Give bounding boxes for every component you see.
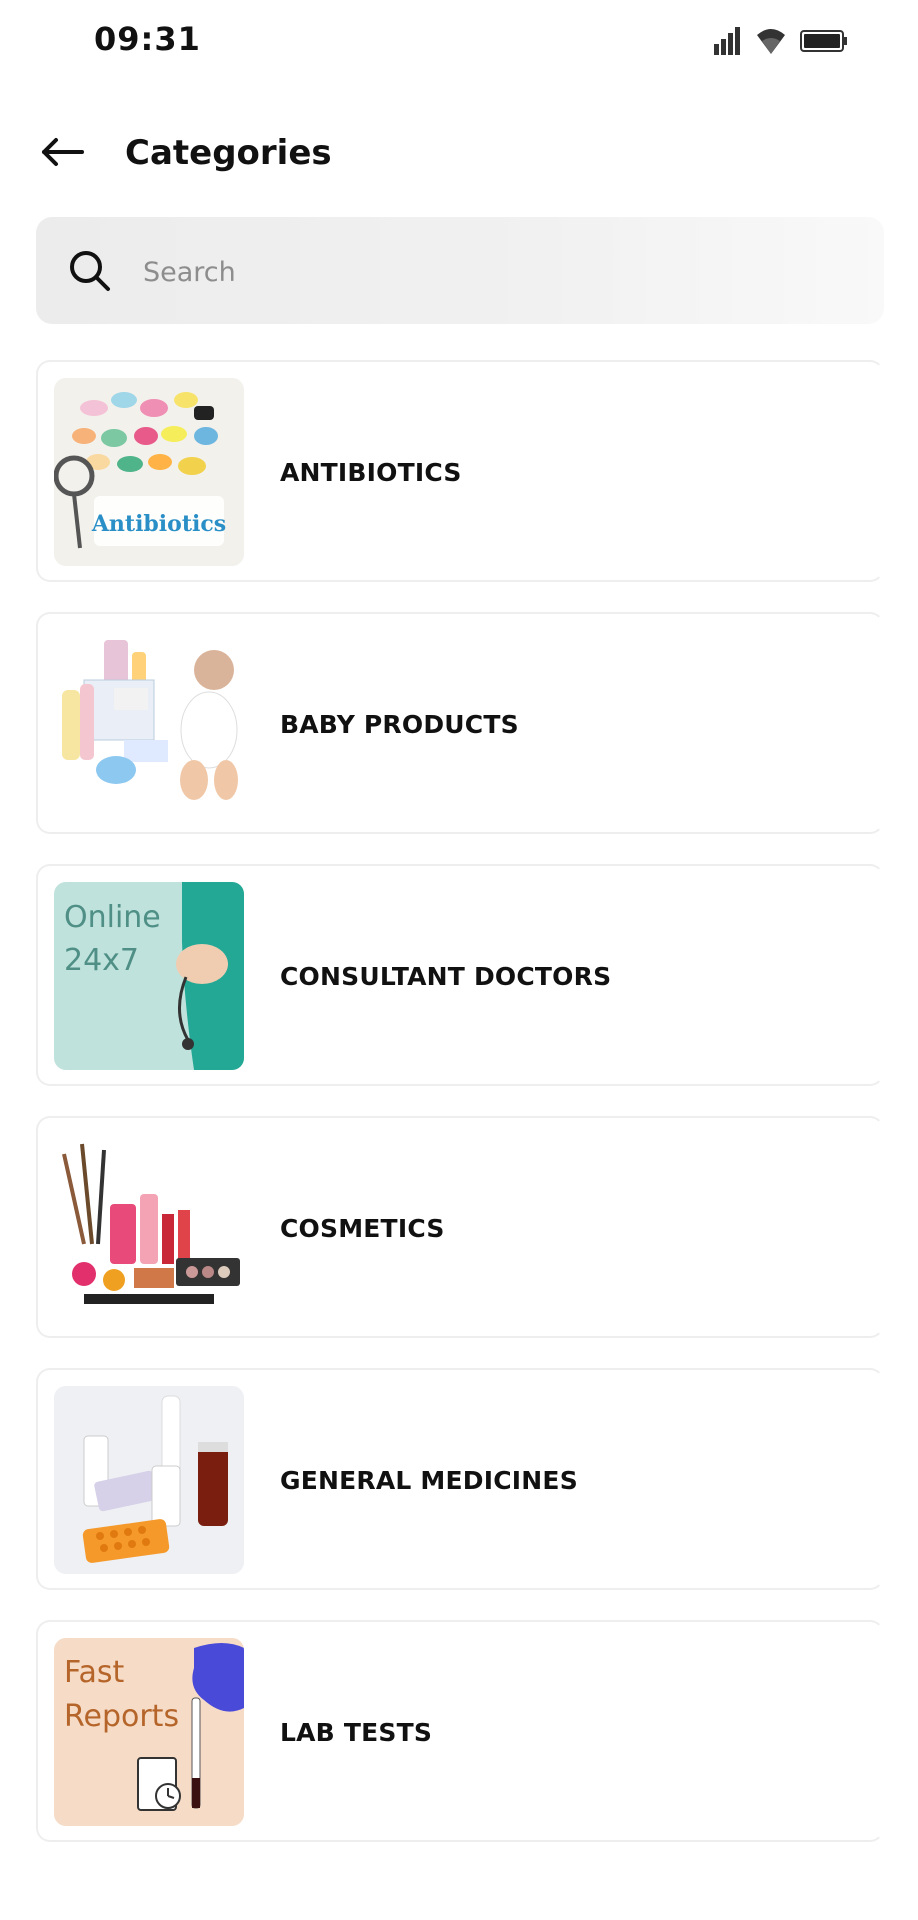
status-icons: [712, 26, 848, 61]
antibiotics-thumb-text: Antibiotics: [91, 511, 226, 537]
category-card-antibiotics[interactable]: Antibiotics ANTIBIOTICS: [36, 360, 884, 582]
category-card-baby-products[interactable]: BABY PRODUCTS: [36, 612, 884, 834]
doctor-thumb-text-1: Online: [64, 900, 161, 935]
lab-thumb-text-1: Fast: [64, 1655, 125, 1690]
app-header: Categories: [0, 120, 918, 200]
battery-icon: [800, 29, 848, 58]
doctor-thumb-text-2: 24x7: [64, 943, 139, 978]
category-label: COSMETICS: [280, 1214, 445, 1243]
antibiotics-image: Antibiotics: [54, 378, 244, 566]
category-card-consultant-doctors[interactable]: Online 24x7 CONSULTANT DOCTORS: [36, 864, 884, 1086]
back-button[interactable]: [36, 134, 88, 174]
status-time: 09:31: [94, 20, 201, 58]
category-label: CONSULTANT DOCTORS: [280, 962, 612, 991]
baby-products-image: [54, 630, 244, 818]
lab-tests-image: Fast Reports: [54, 1638, 244, 1826]
arrow-left-icon: [40, 137, 84, 172]
search-icon[interactable]: [66, 247, 114, 295]
category-card-cosmetics[interactable]: COSMETICS: [36, 1116, 884, 1338]
category-label: LAB TESTS: [280, 1718, 433, 1747]
signal-icon: [712, 26, 742, 61]
search-input[interactable]: [141, 241, 845, 303]
general-medicines-image: [54, 1386, 244, 1574]
category-label: BABY PRODUCTS: [280, 710, 519, 739]
wifi-icon: [756, 27, 786, 60]
search-bar[interactable]: [36, 217, 884, 324]
status-bar: 09:31: [0, 0, 918, 90]
lab-thumb-text-2: Reports: [64, 1699, 179, 1734]
consultant-doctors-image: Online 24x7: [54, 882, 244, 1070]
page-title: Categories: [125, 133, 332, 173]
cosmetics-image: [54, 1134, 244, 1322]
category-list: Antibiotics ANTIBIOTICS BABY PRODUCTS On…: [36, 360, 884, 1872]
category-label: ANTIBIOTICS: [280, 458, 462, 487]
category-card-lab-tests[interactable]: Fast Reports LAB TESTS: [36, 1620, 884, 1842]
category-card-general-medicines[interactable]: GENERAL MEDICINES: [36, 1368, 884, 1590]
category-label: GENERAL MEDICINES: [280, 1466, 578, 1495]
